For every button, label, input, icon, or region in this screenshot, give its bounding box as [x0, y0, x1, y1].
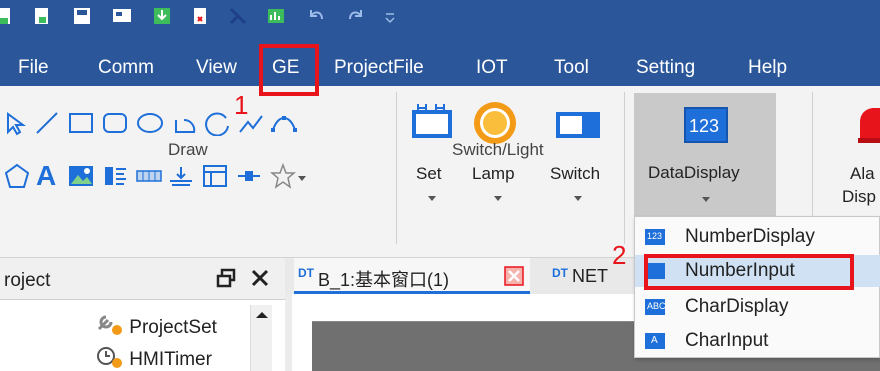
alarm-label-line2[interactable]: Disp [842, 187, 876, 207]
line-tool-icon[interactable] [34, 110, 60, 141]
menu-tool[interactable]: Tool [554, 32, 589, 86]
lamp-dropdown-icon[interactable] [494, 196, 502, 201]
star-tool-icon[interactable] [269, 162, 297, 194]
menu-file[interactable]: File [18, 32, 49, 86]
alarm-icon[interactable] [854, 104, 880, 149]
arc-tool-icon[interactable] [172, 110, 198, 141]
tree-item-hmitimer[interactable]: HMITimer [96, 345, 212, 371]
dd-item-chardisplay[interactable]: ABC CharDisplay [635, 291, 880, 323]
sector-tool-icon[interactable] [204, 110, 232, 141]
ellipse-tool-icon[interactable] [136, 110, 164, 141]
window-icon: DT [552, 266, 568, 280]
customize-qat-icon[interactable] [380, 6, 400, 26]
delete-icon[interactable] [190, 6, 210, 26]
rectangle-tool-icon[interactable] [68, 110, 94, 141]
redo-icon[interactable] [346, 6, 366, 26]
quick-access-bar [0, 0, 880, 32]
dd-item-charinput[interactable]: A CharInput [635, 325, 880, 357]
lamp-label[interactable]: Lamp [472, 164, 515, 184]
connector-tool-icon[interactable] [236, 163, 262, 194]
datadisplay-label: DataDisplay [648, 163, 740, 182]
char-input-icon: A [645, 333, 665, 349]
undo-icon[interactable] [306, 6, 326, 26]
bar-tool-icon[interactable] [136, 163, 162, 194]
switch-icon[interactable] [555, 110, 601, 145]
slider-tool-icon[interactable] [168, 163, 194, 194]
tree-item-projectset[interactable]: ProjectSet [96, 313, 217, 343]
datadisplay-button[interactable]: 123 DataDisplay [634, 93, 776, 216]
menu-help[interactable]: Help [748, 32, 787, 86]
tree-scrollbar[interactable] [250, 305, 272, 371]
set-dropdown-icon[interactable] [428, 196, 436, 201]
menu-view[interactable]: View [196, 32, 237, 86]
annotation-step-1: 1 [234, 90, 249, 120]
annotation-box-ge [259, 44, 319, 96]
ribbon-separator [624, 92, 625, 244]
curve-tool-icon[interactable] [270, 110, 298, 141]
alarm-label-line1[interactable]: Ala [850, 164, 875, 184]
pointer-tool-icon[interactable] [4, 110, 27, 141]
close-panel-icon[interactable] [250, 268, 270, 293]
set-icon[interactable] [410, 100, 454, 145]
menu-bar: File Comm View GE ProjectFile IOT Tool S… [0, 32, 880, 86]
datadisplay-dropdown-icon [702, 197, 710, 202]
star-dropdown-icon[interactable] [298, 176, 306, 181]
switch-label[interactable]: Switch [550, 164, 600, 184]
app-icon[interactable] [0, 6, 14, 26]
screen-icon[interactable] [112, 6, 132, 26]
project-panel-header: roject [0, 258, 285, 300]
datadisplay-icon: 123 [684, 107, 728, 143]
close-tab-icon[interactable] [504, 266, 524, 291]
save-icon[interactable] [72, 6, 92, 26]
annotation-box-numberinput [644, 254, 854, 290]
new-file-icon[interactable] [32, 6, 52, 26]
menu-projectfile[interactable]: ProjectFile [334, 32, 424, 86]
scale-tool-icon[interactable] [102, 163, 128, 194]
char-display-icon: ABC [645, 299, 666, 315]
timer-icon [96, 345, 124, 371]
project-panel-title: roject [4, 270, 51, 291]
switch-dropdown-icon[interactable] [574, 196, 582, 201]
dd-item-numberdisplay[interactable]: 123 NumberDisplay [635, 221, 880, 253]
switch-light-group-label: Switch/Light [452, 140, 544, 159]
draw-group-label: Draw [168, 140, 208, 159]
number-display-icon: 123 [645, 229, 665, 245]
tool-icon[interactable] [228, 6, 248, 26]
download-icon[interactable] [152, 6, 172, 26]
set-label[interactable]: Set [416, 164, 442, 184]
menu-comm[interactable]: Comm [98, 32, 154, 86]
chart-icon[interactable] [266, 6, 286, 26]
picture-tool-icon[interactable] [68, 163, 94, 194]
rounded-rect-tool-icon[interactable] [102, 110, 128, 141]
menu-iot[interactable]: IOT [476, 32, 508, 86]
scroll-up-icon[interactable] [251, 305, 273, 325]
window-icon: DT [298, 266, 314, 280]
text-tool-icon[interactable]: A [36, 160, 56, 192]
menu-setting[interactable]: Setting [636, 32, 695, 86]
ribbon-separator [396, 92, 397, 244]
table-tool-icon[interactable] [202, 163, 228, 194]
polygon-tool-icon[interactable] [4, 163, 30, 194]
float-panel-icon[interactable] [216, 268, 236, 293]
annotation-step-2: 2 [612, 240, 627, 270]
doc-tab-net[interactable]: DT NET [544, 258, 644, 294]
wrench-icon [96, 313, 124, 343]
doc-tab-b1[interactable]: DT B_1:基本窗口(1) [294, 258, 530, 294]
